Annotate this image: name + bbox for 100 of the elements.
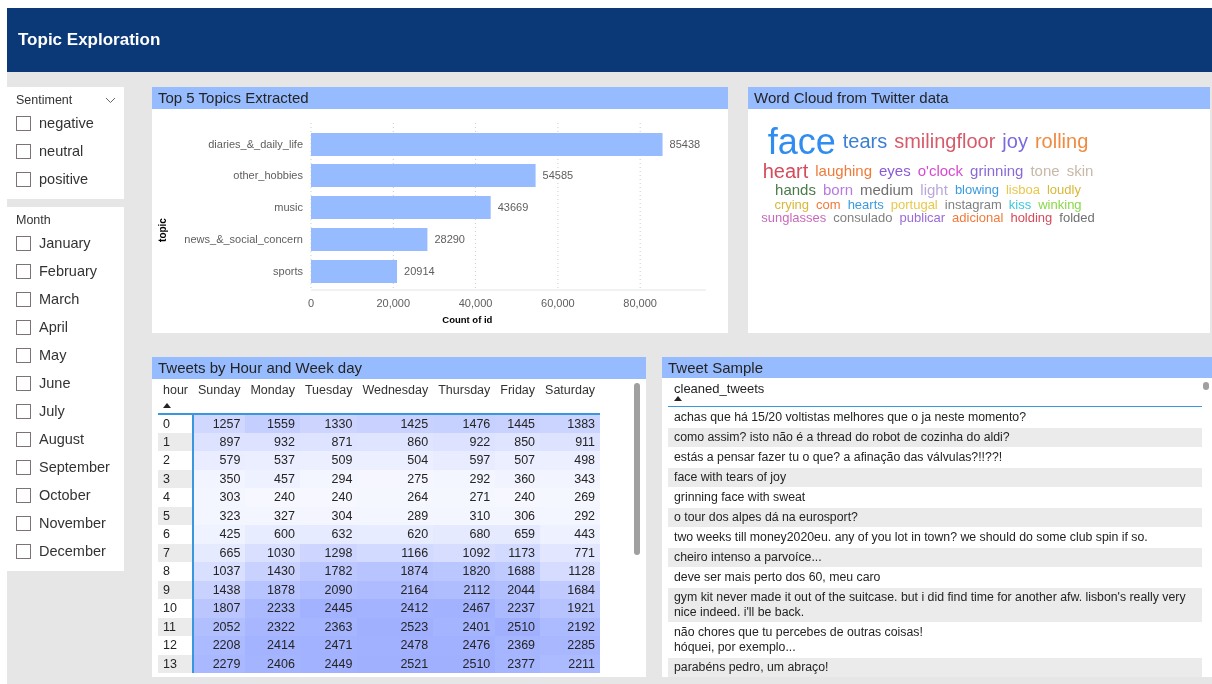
scrollbar[interactable] bbox=[634, 383, 640, 555]
cloud-word: instagram bbox=[944, 197, 1002, 212]
table-cell: 1807 bbox=[193, 599, 246, 618]
tick-label: 80,000 bbox=[623, 297, 657, 309]
table-cell: 2237 bbox=[495, 599, 541, 618]
slicer-item[interactable]: neutral bbox=[16, 137, 116, 165]
slicer-item[interactable]: positive bbox=[16, 165, 116, 193]
chevron-down-icon[interactable] bbox=[105, 96, 116, 104]
cloud-word: heart bbox=[762, 160, 809, 182]
cloud-word: eyes bbox=[879, 163, 911, 180]
tweet-row: o tour dos alpes dá na eurosport? bbox=[668, 507, 1202, 527]
cloud-word: skin bbox=[1066, 163, 1094, 180]
slicer-item[interactable]: October bbox=[16, 481, 116, 509]
tweet-row: cheiro intenso a parvoíce... bbox=[668, 547, 1202, 567]
category-label: other_hobbies bbox=[233, 169, 303, 181]
checkbox[interactable] bbox=[16, 143, 31, 159]
panel-title: Tweets by Hour and Week day bbox=[152, 357, 646, 379]
table-cell: 271 bbox=[433, 488, 496, 507]
cloud-word: grinning bbox=[970, 163, 1024, 180]
cloud-word: blowing bbox=[954, 182, 999, 197]
tick-label: 0 bbox=[307, 297, 315, 309]
table-cell: 2476 bbox=[433, 636, 496, 655]
table-cell: 620 bbox=[357, 525, 434, 544]
slicer-item[interactable]: January bbox=[16, 229, 116, 257]
table-cell: 1430 bbox=[245, 562, 300, 581]
cloud-word: loudly bbox=[1046, 182, 1081, 197]
slicer-item[interactable]: November bbox=[16, 509, 116, 537]
table-cell: 443 bbox=[540, 525, 601, 544]
table-cell: 2467 bbox=[433, 599, 496, 618]
checkbox[interactable] bbox=[16, 543, 31, 559]
slicer-item[interactable]: negative bbox=[16, 109, 116, 137]
cloud-word: portugal bbox=[890, 197, 938, 212]
table-cell: 1820 bbox=[433, 562, 496, 581]
checkbox[interactable] bbox=[16, 263, 31, 279]
table-cell: 12 bbox=[158, 636, 194, 655]
checkbox[interactable] bbox=[16, 171, 31, 187]
cloud-word: smilingfloor bbox=[894, 131, 996, 153]
table-cell: 600 bbox=[245, 525, 300, 544]
checkbox[interactable] bbox=[16, 515, 31, 531]
table-cell: 4 bbox=[158, 488, 194, 507]
table-cell: 537 bbox=[245, 451, 300, 470]
panel-title: Tweet Sample bbox=[662, 357, 1212, 378]
sort-ascending-icon[interactable] bbox=[163, 403, 171, 408]
table-cell: 680 bbox=[433, 525, 496, 544]
slicer-item[interactable]: April bbox=[16, 313, 116, 341]
slicer-item[interactable]: May bbox=[16, 341, 116, 369]
checkbox[interactable] bbox=[16, 347, 31, 363]
category-label: music bbox=[274, 201, 303, 213]
cloud-word: tone bbox=[1030, 163, 1060, 180]
panel-title: Top 5 Topics Extracted bbox=[152, 87, 728, 109]
slicer-title: Sentiment bbox=[16, 93, 73, 107]
checkbox[interactable] bbox=[16, 459, 31, 475]
checkbox[interactable] bbox=[16, 291, 31, 307]
cloud-word: o'clock bbox=[917, 163, 964, 180]
table-cell: 2208 bbox=[193, 636, 246, 655]
checkbox[interactable] bbox=[16, 115, 31, 131]
slicer-title: Month bbox=[16, 213, 51, 227]
slicer-item[interactable]: July bbox=[16, 397, 116, 425]
sort-ascending-icon[interactable] bbox=[674, 396, 682, 401]
cloud-word: joy bbox=[1002, 131, 1028, 153]
slicer-item[interactable]: February bbox=[16, 257, 116, 285]
slicer-item[interactable]: August bbox=[16, 425, 116, 453]
table-cell: 303 bbox=[193, 488, 246, 507]
cloud-word: medium bbox=[860, 181, 914, 198]
checkbox[interactable] bbox=[16, 403, 31, 419]
checkbox[interactable] bbox=[16, 375, 31, 391]
checkbox[interactable] bbox=[16, 487, 31, 503]
table-cell: 498 bbox=[540, 451, 601, 470]
tweet-row: face with tears of joy bbox=[668, 467, 1202, 487]
table-cell: 1688 bbox=[495, 562, 541, 581]
table-cell: 579 bbox=[193, 451, 246, 470]
cloud-word: crying bbox=[774, 197, 810, 212]
table-cell: 240 bbox=[299, 488, 358, 507]
panel-title: Word Cloud from Twitter data bbox=[748, 87, 1210, 109]
checkbox[interactable] bbox=[16, 319, 31, 335]
table-cell: 269 bbox=[540, 488, 601, 507]
cloud-word: face bbox=[767, 123, 836, 161]
tweet-row: como assim? isto não é a thread do robot de cozinha do aldi? bbox=[668, 427, 1202, 447]
slicer-item[interactable]: September bbox=[16, 453, 116, 481]
slicer-item[interactable]: March bbox=[16, 285, 116, 313]
slicer-item[interactable]: June bbox=[16, 369, 116, 397]
table-cell: 2233 bbox=[245, 599, 300, 618]
cloud-word: lisboa bbox=[1005, 182, 1040, 197]
table-cell: 507 bbox=[495, 451, 541, 470]
scrollbar[interactable] bbox=[1203, 382, 1209, 390]
slicer-item[interactable]: December bbox=[16, 537, 116, 565]
checkbox[interactable] bbox=[16, 431, 31, 447]
cloud-word: folded bbox=[1059, 211, 1095, 225]
tick-label: 60,000 bbox=[541, 297, 575, 309]
checkbox[interactable] bbox=[16, 235, 31, 251]
table-cell: 1128 bbox=[540, 562, 601, 581]
axis-title: topic bbox=[157, 218, 168, 242]
table-cell: 2412 bbox=[357, 599, 434, 618]
table-cell: 597 bbox=[433, 451, 496, 470]
cloud-word: tears bbox=[842, 131, 888, 153]
tick-label: 40,000 bbox=[458, 297, 493, 309]
table-cell: 2478 bbox=[357, 636, 434, 655]
category-label: diaries_&_daily_life bbox=[208, 138, 303, 150]
table-cell: 240 bbox=[245, 488, 300, 507]
data-label: 43669 bbox=[497, 201, 529, 213]
